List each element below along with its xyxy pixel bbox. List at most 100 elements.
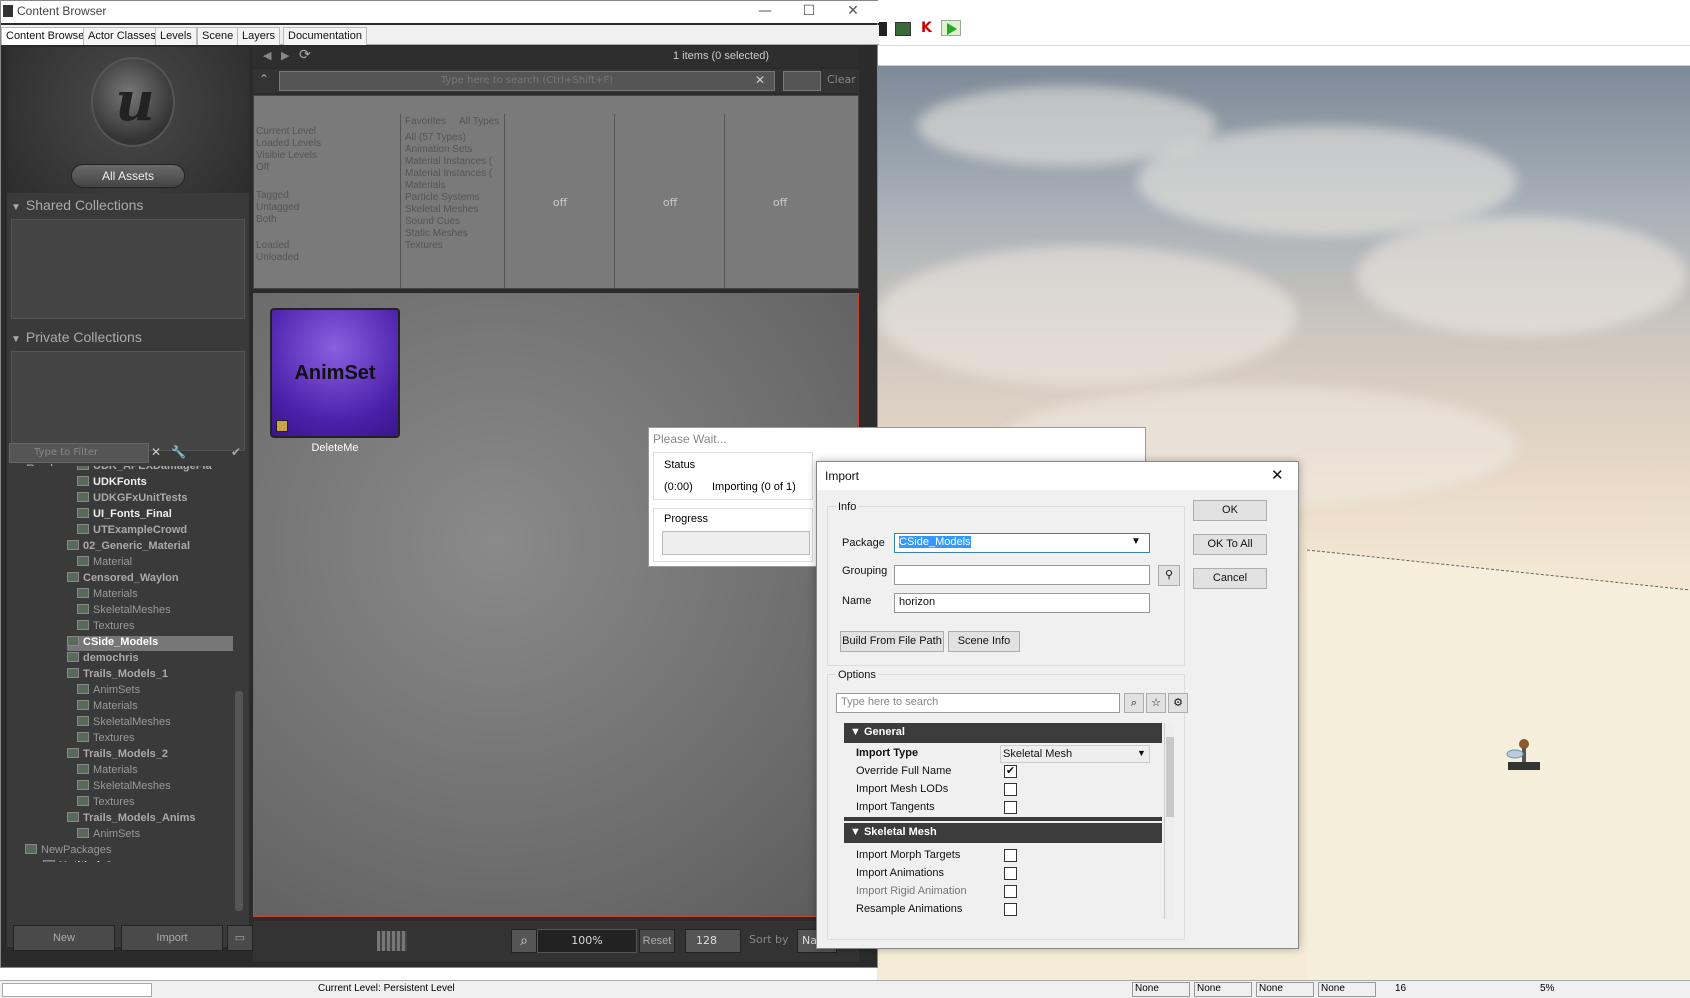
package-item[interactable]: Textures: [77, 732, 135, 747]
tab-all-types[interactable]: All Types: [459, 116, 499, 127]
close-button[interactable]: ✕: [831, 1, 875, 23]
import-button[interactable]: Import: [121, 925, 223, 951]
package-item[interactable]: Materials: [77, 588, 138, 603]
package-item[interactable]: CSide_Models: [67, 636, 233, 651]
none-field[interactable]: None: [1132, 982, 1190, 997]
reset-zoom-button[interactable]: Reset: [639, 929, 675, 953]
import-type-select[interactable]: Skeletal Mesh ▼: [1000, 745, 1150, 763]
tab-levels[interactable]: Levels: [155, 27, 197, 45]
override-full-name-checkbox[interactable]: ✔: [1004, 765, 1017, 778]
type-filter-skeletal-meshes[interactable]: Skeletal Meshes: [405, 204, 478, 215]
grid-size[interactable]: 16: [1395, 983, 1406, 994]
search-icon[interactable]: ⌕: [1124, 693, 1144, 713]
type-filter-all[interactable]: All (57 Types): [405, 132, 466, 143]
filter-tagged[interactable]: Tagged: [256, 190, 289, 201]
package-item[interactable]: 02_Generic_Material: [67, 540, 190, 555]
package-item[interactable]: UDK_APEXDamageFla: [77, 466, 212, 475]
filter-current-level[interactable]: Current Level: [256, 126, 316, 137]
tab-favorites[interactable]: Favorites: [405, 116, 446, 127]
import-animations-checkbox[interactable]: [1004, 867, 1017, 880]
forward-icon[interactable]: ▶: [281, 49, 289, 62]
type-filter-material-instances-2[interactable]: Material Instances (: [405, 168, 492, 179]
settings-icon[interactable]: ⚙: [1168, 693, 1188, 713]
search-options-button[interactable]: [783, 71, 821, 91]
grid-view-icon[interactable]: [377, 931, 407, 951]
tab-content-browser[interactable]: Content Browser: [1, 27, 93, 45]
general-category-header[interactable]: ▼ General: [844, 723, 1162, 743]
type-filter-animation-sets[interactable]: Animation Sets: [405, 144, 472, 155]
type-filter-materials[interactable]: Materials: [405, 180, 446, 191]
none-field[interactable]: None: [1318, 982, 1376, 997]
package-item[interactable]: SkeletalMeshes: [77, 716, 171, 731]
import-rigid-animation-checkbox[interactable]: [1004, 885, 1017, 898]
package-item[interactable]: SkeletalMeshes: [77, 604, 171, 619]
tab-layers[interactable]: Layers: [237, 27, 281, 45]
package-item[interactable]: Trails_Models_Anims: [67, 812, 196, 827]
resample-animations-checkbox[interactable]: [1004, 903, 1017, 916]
options-search-input[interactable]: Type here to search: [836, 693, 1120, 713]
package-item[interactable]: Materials: [77, 764, 138, 779]
collapse-filters-icon[interactable]: ⌃: [259, 72, 269, 86]
wrench-icon[interactable]: 🔧: [171, 445, 186, 459]
package-item[interactable]: Textures: [77, 620, 135, 635]
private-collections-header[interactable]: ▼ Private Collections: [11, 329, 249, 349]
asset-grid[interactable]: AnimSet DeleteMe: [253, 293, 859, 917]
clear-search-icon[interactable]: ✕: [755, 73, 765, 87]
package-item[interactable]: NewPackages: [25, 844, 111, 859]
import-morph-targets-checkbox[interactable]: [1004, 849, 1017, 862]
play-button[interactable]: [941, 20, 961, 36]
folder-icon[interactable]: ▭: [227, 925, 253, 951]
tab-documentation[interactable]: Documentation: [283, 27, 367, 45]
tab-scene[interactable]: Scene: [197, 27, 239, 45]
type-filter-static-meshes[interactable]: Static Meshes: [405, 228, 468, 239]
private-collections-list[interactable]: [11, 351, 245, 451]
none-field[interactable]: None: [1256, 982, 1314, 997]
zoom-level[interactable]: 100%: [537, 929, 637, 953]
package-item[interactable]: UI_Fonts_Final: [77, 508, 172, 523]
type-filter-particle-systems[interactable]: Particle Systems: [405, 192, 479, 203]
filter-both[interactable]: Both: [256, 214, 277, 225]
all-assets-button[interactable]: All Assets: [71, 164, 185, 188]
build-from-file-path-button[interactable]: Build From File Path: [840, 631, 944, 652]
maximize-button[interactable]: ☐: [787, 1, 831, 23]
filter-unloaded[interactable]: Unloaded: [256, 252, 299, 263]
clear-filter-icon[interactable]: ✕: [151, 445, 161, 459]
ok-to-all-button[interactable]: OK To All: [1193, 534, 1267, 555]
asset-thumbnail[interactable]: AnimSet: [270, 308, 400, 438]
property-scrollbar[interactable]: [1164, 723, 1174, 919]
checkmark-icon[interactable]: ✔: [231, 445, 241, 459]
package-item[interactable]: UDKGFxUnitTests: [77, 492, 188, 507]
package-item[interactable]: demochris: [67, 652, 139, 667]
scrollbar-thumb[interactable]: [1166, 737, 1174, 817]
none-field[interactable]: None: [1194, 982, 1252, 997]
tab-actor-classes[interactable]: Actor Classes: [83, 27, 161, 45]
package-item[interactable]: SkeletalMeshes: [77, 780, 171, 795]
shared-collections-list[interactable]: [11, 219, 245, 319]
refresh-icon[interactable]: ⟳: [299, 47, 311, 63]
filter-off[interactable]: Off: [256, 162, 269, 173]
cancel-button[interactable]: Cancel: [1193, 568, 1267, 589]
package-item[interactable]: UDKFonts: [77, 476, 147, 491]
package-item[interactable]: AnimSets: [77, 828, 140, 843]
back-icon[interactable]: ◀: [263, 49, 271, 62]
package-item[interactable]: Textures: [77, 796, 135, 811]
type-filter-sound-cues[interactable]: Sound Cues: [405, 216, 460, 227]
skeletal-mesh-category-header[interactable]: ▼ Skeletal Mesh: [844, 823, 1162, 843]
clear-button[interactable]: Clear: [827, 73, 856, 86]
type-filter-material-instances[interactable]: Material Instances (: [405, 156, 492, 167]
command-input[interactable]: [2, 983, 152, 997]
thumbnail-size-select[interactable]: 128: [685, 929, 741, 953]
package-item[interactable]: Trails_Models_2: [67, 748, 168, 763]
packages-scrollbar[interactable]: [235, 691, 243, 911]
monitor-icon[interactable]: [895, 22, 911, 36]
binoculars-icon[interactable]: ⚲: [1158, 565, 1180, 586]
grouping-field[interactable]: [894, 565, 1150, 585]
ok-button[interactable]: OK: [1193, 500, 1267, 521]
minimize-button[interactable]: —: [743, 1, 787, 23]
filter-untagged[interactable]: Untagged: [256, 202, 299, 213]
package-item[interactable]: Material: [77, 556, 132, 571]
star-icon[interactable]: ☆: [1146, 693, 1166, 713]
filter-loaded[interactable]: Loaded: [256, 240, 289, 251]
package-item[interactable]: UTExampleCrowd: [77, 524, 187, 539]
package-filter-input[interactable]: Type to Filter: [9, 443, 149, 463]
